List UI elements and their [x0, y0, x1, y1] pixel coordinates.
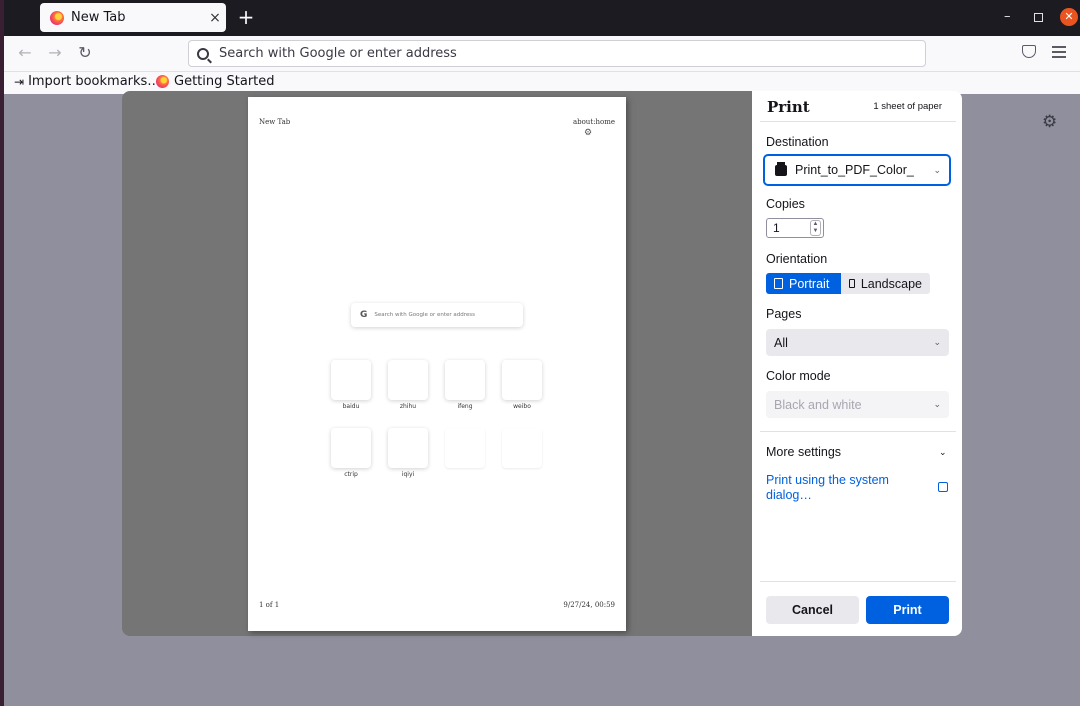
close-window-button[interactable]: ✕ [1060, 8, 1078, 26]
tile [388, 428, 428, 468]
divider [760, 121, 956, 122]
landscape-page-icon [849, 279, 855, 288]
pages-value: All [774, 335, 788, 350]
hamburger-menu-icon[interactable] [1052, 46, 1066, 61]
divider [760, 581, 956, 582]
bookmark-label: Import bookmarks… [28, 74, 161, 89]
chevron-down-icon: ⌄ [933, 399, 941, 409]
firefox-icon [50, 10, 64, 25]
tile [331, 360, 371, 400]
destination-label: Destination [766, 135, 829, 149]
chevron-down-icon: ⌄ [933, 164, 941, 175]
destination-value: Print_to_PDF_Color_ [795, 163, 914, 177]
tile-label: weibo [513, 403, 531, 410]
tile [388, 360, 428, 400]
landscape-label: Landscape [860, 276, 922, 291]
preview-footer-right: 9/27/24, 00:59 [563, 601, 615, 609]
tab-title: New Tab [71, 10, 126, 25]
external-link-icon [938, 482, 948, 492]
tile-label: iqiyi [401, 471, 415, 478]
preview-search-box: G Search with Google or enter address [351, 303, 523, 327]
print-settings-panel: Print 1 sheet of paper Destination Print… [752, 91, 962, 636]
new-tab-button[interactable]: + [236, 6, 256, 28]
minimize-button[interactable]: – [1004, 9, 1011, 24]
print-button[interactable]: Print [866, 596, 949, 624]
system-dialog-link[interactable]: Print using the system dialog… [766, 473, 916, 503]
preview-footer-left: 1 of 1 [259, 601, 280, 609]
chevron-down-icon[interactable]: ⌄ [939, 447, 947, 458]
tile-label: ifeng [457, 403, 473, 410]
landscape-button[interactable]: Landscape [841, 273, 930, 294]
tile-label: ctrip [344, 471, 358, 478]
color-mode-value: Black and white [774, 397, 862, 412]
bookmark-import[interactable]: ⇥ Import bookmarks… [14, 74, 160, 89]
tab-bar: New Tab × + – ✕ [4, 0, 1080, 36]
chevron-down-icon: ⌄ [933, 337, 941, 347]
orientation-label: Orientation [766, 252, 828, 266]
copies-stepper[interactable]: ▲ ▼ [810, 220, 821, 236]
tile-label: zhihu [399, 403, 417, 410]
more-settings-toggle[interactable]: More settings [766, 445, 841, 459]
firefox-icon [156, 75, 169, 88]
tile-empty [445, 428, 485, 468]
google-icon: G [360, 310, 368, 320]
tile [502, 360, 542, 400]
maximize-button[interactable] [1034, 13, 1043, 22]
url-placeholder: Search with Google or enter address [219, 46, 457, 61]
copies-input[interactable]: 1 ▲ ▼ [766, 218, 824, 238]
color-mode-select[interactable]: Black and white ⌄ [766, 391, 949, 418]
tile [331, 428, 371, 468]
copies-value: 1 [773, 221, 780, 235]
bookmark-getting-started[interactable]: Getting Started [156, 74, 275, 89]
nav-bar: ← → ↻ Search with Google or enter addres… [4, 36, 1080, 72]
bookmark-label: Getting Started [174, 74, 275, 89]
tile [445, 360, 485, 400]
forward-button[interactable]: → [44, 43, 66, 62]
cancel-button[interactable]: Cancel [766, 596, 859, 624]
sheet-count: 1 sheet of paper [873, 101, 942, 112]
preview-header-left: New Tab [259, 118, 291, 126]
pocket-icon[interactable] [1022, 45, 1036, 58]
preview-search-placeholder: Search with Google or enter address [374, 312, 475, 318]
reload-button[interactable]: ↻ [74, 43, 96, 62]
tile-label: baidu [342, 403, 360, 410]
color-mode-label: Color mode [766, 369, 831, 383]
pages-label: Pages [766, 307, 802, 321]
import-icon: ⇥ [14, 74, 25, 89]
tile-empty [502, 428, 542, 468]
portrait-page-icon [774, 278, 783, 289]
gear-icon: ⚙ [584, 128, 593, 138]
orientation-toggle: Portrait Landscape [766, 273, 930, 294]
portrait-label: Portrait [789, 276, 830, 291]
tab-close-button[interactable]: × [204, 10, 226, 26]
preview-page: New Tab about:home ⚙ G Search with Googl… [248, 97, 626, 631]
search-icon [197, 47, 209, 60]
printer-icon [775, 161, 787, 176]
preview-header-right: about:home [572, 118, 615, 126]
pages-select[interactable]: All ⌄ [766, 329, 949, 356]
print-title: Print [767, 98, 810, 116]
destination-select[interactable]: Print_to_PDF_Color_ ⌄ [763, 154, 951, 186]
tab-new-tab[interactable]: New Tab × [40, 3, 226, 32]
portrait-button[interactable]: Portrait [766, 273, 841, 294]
gear-icon[interactable]: ⚙ [1042, 112, 1057, 132]
copies-label: Copies [766, 197, 805, 211]
url-bar[interactable]: Search with Google or enter address [188, 40, 926, 67]
divider [760, 431, 956, 432]
back-button[interactable]: ← [14, 43, 36, 62]
